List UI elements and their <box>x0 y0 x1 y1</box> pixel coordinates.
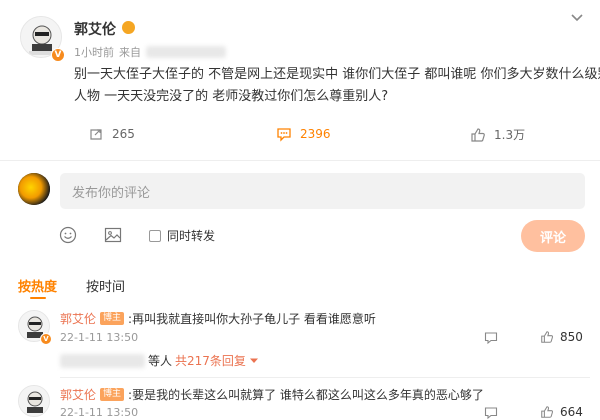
comment-item: 郭艾伦 博主 :要是我的长辈这么叫就算了 谁特么都这么叫这么多年真的恶心够了 2… <box>0 377 600 420</box>
chevron-down-icon[interactable] <box>570 13 584 23</box>
replier-names-redacted <box>60 353 145 368</box>
active-tab-indicator <box>30 297 46 299</box>
cartoon-avatar-image <box>19 386 49 416</box>
comment-icon <box>276 126 292 142</box>
comment-text: :再叫我就直接叫你大孙子龟儿子 看看谁愿意听 <box>128 312 376 326</box>
caret-down-icon <box>249 354 259 368</box>
repost-count: 265 <box>112 127 135 141</box>
post-body-text: 别一天大侄子大侄子的 不管是网上还是现实中 谁你们大侄子 都叫谁呢 你们多大岁数… <box>74 67 600 104</box>
comment-line: 郭艾伦 博主 :再叫我就直接叫你大孙子龟儿子 看看谁愿意听 <box>60 310 590 327</box>
post-meta: 1小时前 来自 <box>74 44 226 60</box>
like-button[interactable]: 1.3万 <box>470 126 525 143</box>
submit-comment-button[interactable]: 评论 <box>521 220 585 252</box>
post-source-prefix: 来自 <box>119 46 141 59</box>
comment-count: 2396 <box>300 127 331 141</box>
checkbox-icon <box>149 229 161 242</box>
image-icon[interactable] <box>104 226 122 244</box>
emoji-icon[interactable] <box>59 226 77 244</box>
author-tag: 博主 <box>100 388 125 401</box>
reply-icon[interactable] <box>484 406 498 420</box>
like-count: 1.3万 <box>494 128 526 142</box>
comment-author[interactable]: 郭艾伦 <box>60 386 96 403</box>
post-card: V 郭艾伦 1小时前 来自 别一天大侄子大侄子的 不管是网上还是现实中 谁你们大… <box>0 0 600 160</box>
comment-like-button[interactable]: 850 <box>540 330 583 344</box>
comment-text: :要是我的长辈这么叫就算了 谁特么都这么叫这么多年真的恶心够了 <box>128 388 484 402</box>
thumbs-up-icon <box>540 330 554 344</box>
comment-button[interactable]: 2396 <box>276 126 331 142</box>
repost-checkbox[interactable]: 同时转发 <box>149 227 215 244</box>
comment-input-placeholder: 发布你的评论 <box>72 185 151 201</box>
replies-suffix: 等人 <box>148 354 173 368</box>
comment-author[interactable]: 郭艾伦 <box>60 310 96 327</box>
user-avatar-image <box>18 173 50 205</box>
comment-line: 郭艾伦 博主 :要是我的长辈这么叫就算了 谁特么都这么叫这么多年真的恶心够了 <box>60 386 590 403</box>
verified-badge-icon: V <box>51 48 65 62</box>
repost-icon <box>88 126 104 142</box>
comment-item: V 郭艾伦 博主 :再叫我就直接叫你大孙子龟儿子 看看谁愿意听 22-1-11 … <box>0 300 600 375</box>
repost-button[interactable]: 265 <box>88 126 135 142</box>
post-author-name[interactable]: 郭艾伦 <box>74 19 116 39</box>
replies-summary[interactable]: 等人 共217条回复 <box>60 352 259 369</box>
thumbs-up-icon <box>540 405 554 419</box>
repost-checkbox-label: 同时转发 <box>167 229 216 243</box>
author-tag: 博主 <box>100 312 125 325</box>
section-divider <box>0 160 600 161</box>
comment-like-count: 664 <box>560 405 583 419</box>
comment-input[interactable]: 发布你的评论 <box>60 173 585 209</box>
verified-badge-icon: V <box>40 333 52 345</box>
comment-like-count: 850 <box>560 330 583 344</box>
vip-badge-icon <box>122 21 135 34</box>
reply-icon[interactable] <box>484 331 498 345</box>
post-source-redacted <box>146 46 226 58</box>
comment-time: 22-1-11 13:50 <box>60 331 139 344</box>
replies-count: 共217条回复 <box>175 354 246 368</box>
current-user-avatar <box>18 173 50 205</box>
tab-time[interactable]: 按时间 <box>86 276 125 295</box>
tab-hot[interactable]: 按热度 <box>18 276 57 295</box>
post-time[interactable]: 1小时前 <box>74 44 114 60</box>
comment-time: 22-1-11 13:50 <box>60 406 139 419</box>
thumbs-up-icon <box>470 127 486 143</box>
comment-avatar[interactable] <box>18 385 50 417</box>
comment-like-button[interactable]: 664 <box>540 405 583 419</box>
